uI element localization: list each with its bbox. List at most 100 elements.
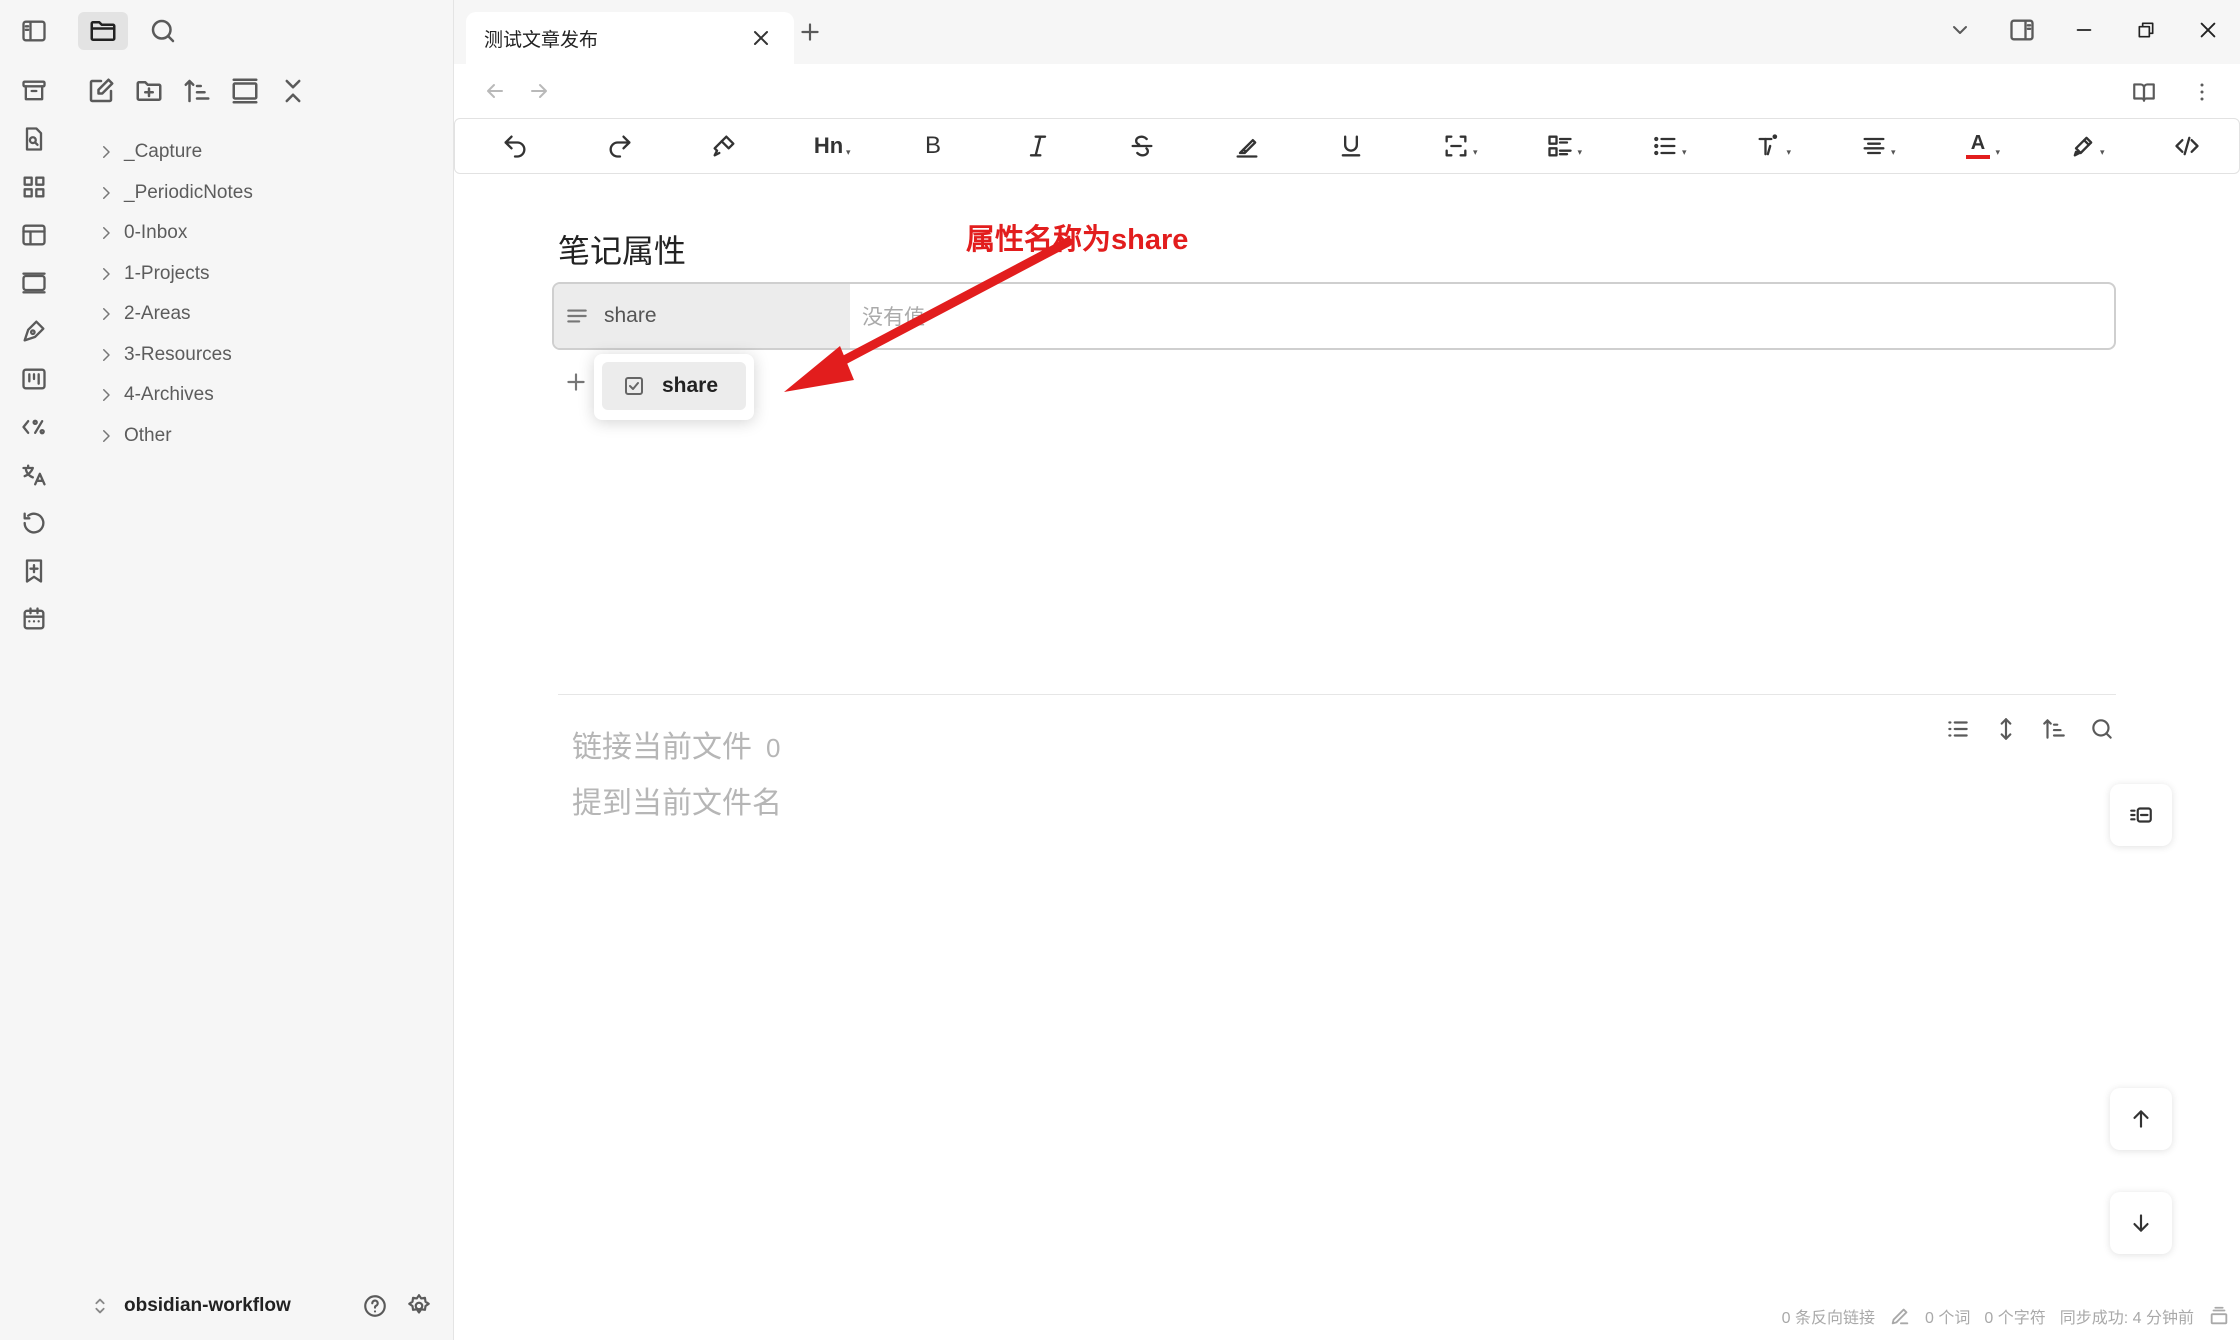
search-tab[interactable] — [138, 12, 188, 50]
property-suggestion-popup: share — [594, 354, 754, 420]
layout-icon[interactable] — [17, 218, 51, 252]
restore-icon[interactable] — [2124, 10, 2168, 50]
calendar-icon[interactable] — [17, 602, 51, 636]
translate-icon[interactable] — [17, 458, 51, 492]
strikethrough-icon[interactable] — [1122, 126, 1162, 166]
bold-button[interactable]: B — [913, 126, 953, 166]
new-folder-button[interactable] — [134, 74, 164, 108]
folder-item[interactable]: _PeriodicNotes — [92, 173, 443, 214]
list-view-icon[interactable] — [1944, 712, 1972, 746]
status-chars: 0 个字符 — [1984, 1310, 2046, 1327]
linked-mentions-header[interactable]: 链接当前文件 0 — [572, 722, 780, 766]
suggestion-item[interactable]: share — [602, 362, 746, 410]
format-painter-icon[interactable] — [704, 126, 744, 166]
highlight-icon[interactable] — [1227, 126, 1267, 166]
more-options-icon[interactable] — [2184, 74, 2220, 110]
vault-switcher[interactable]: obsidian-workflow — [88, 1286, 439, 1326]
chevron-right-icon — [92, 138, 120, 166]
background-color-icon[interactable]: ▾ — [2063, 126, 2105, 166]
settings-gear-icon[interactable] — [399, 1286, 439, 1326]
checkbox-icon — [625, 377, 643, 395]
folder-item[interactable]: 4-Archives — [92, 375, 443, 416]
bold-label: B — [924, 132, 941, 159]
chevron-right-icon — [92, 381, 120, 409]
heading-button[interactable]: Hn ▾ — [809, 126, 851, 166]
edit-mode-pencil-icon[interactable] — [1889, 1305, 1911, 1327]
vault-name: obsidian-workflow — [124, 1295, 291, 1316]
help-icon[interactable] — [355, 1286, 395, 1326]
scroll-to-top-button[interactable] — [2110, 1088, 2172, 1150]
redo-icon[interactable] — [600, 126, 640, 166]
toggle-sidebar-icon[interactable] — [17, 14, 51, 48]
folder-item[interactable]: 2-Areas — [92, 294, 443, 335]
status-backlinks[interactable]: 0 条反向链接 — [1782, 1304, 1875, 1328]
folder-item[interactable]: _Capture — [92, 132, 443, 173]
search-icon[interactable] — [2088, 712, 2116, 746]
sort-button[interactable] — [182, 74, 212, 108]
chevron-right-icon — [92, 219, 120, 247]
folder-item[interactable]: 3-Resources — [92, 335, 443, 376]
text-format-icon[interactable]: ▾ — [1749, 126, 1791, 166]
heading-label: Hn — [813, 133, 844, 158]
files-tab[interactable] — [78, 12, 128, 50]
view-header — [454, 64, 2240, 118]
italic-icon[interactable] — [1018, 126, 1058, 166]
folder-item[interactable]: 0-Inbox — [92, 213, 443, 254]
status-bar: 0 条反向链接 0 个词 0 个字符 同步成功: 4 分钟前 — [1782, 1302, 2230, 1330]
align-center-icon[interactable]: ▾ — [1854, 126, 1896, 166]
code-icon[interactable] — [2167, 126, 2207, 166]
underline-icon[interactable] — [1331, 126, 1371, 166]
archive-icon[interactable] — [17, 74, 51, 108]
forward-arrow-icon[interactable] — [522, 74, 556, 108]
status-sync[interactable]: 同步成功: 4 分钟前 — [2060, 1304, 2194, 1328]
folder-item[interactable]: Other — [92, 416, 443, 457]
suggestion-label: share — [662, 374, 719, 397]
pen-icon[interactable] — [17, 314, 51, 348]
chevron-up-down-icon — [88, 1295, 112, 1317]
folder-label: 1-Projects — [124, 262, 210, 284]
tab-current-note[interactable]: 测试文章发布 — [466, 12, 794, 64]
templater-icon[interactable] — [17, 410, 51, 444]
sync-stack-icon[interactable] — [2208, 1305, 2230, 1327]
folder-label: 4-Archives — [124, 384, 214, 406]
bookmark-add-icon[interactable] — [17, 554, 51, 588]
ribbon — [0, 0, 68, 1340]
bullet-list-icon[interactable]: ▾ — [1645, 126, 1687, 166]
back-arrow-icon[interactable] — [478, 74, 512, 108]
toggle-right-sidebar-icon[interactable] — [2000, 10, 2044, 50]
file-search-icon[interactable] — [17, 122, 51, 156]
fullscreen-focus-icon[interactable]: ▾ — [1436, 126, 1478, 166]
property-key-input[interactable]: share — [604, 304, 657, 328]
grid-icon[interactable] — [17, 170, 51, 204]
backlinks-tools — [1944, 712, 2116, 746]
folder-label: 3-Resources — [124, 343, 232, 365]
main-workspace: 测试文章发布 Hn ▾ B ▾ ▾ ▾ ▾ ▾ A ▾ ▾ 笔记属性 share… — [454, 0, 2240, 1340]
collapse-all-button[interactable] — [278, 74, 308, 108]
new-note-button[interactable] — [86, 74, 116, 108]
auto-reveal-button[interactable] — [230, 74, 260, 108]
outline-toggle-button[interactable] — [2110, 784, 2172, 846]
history-icon[interactable] — [17, 506, 51, 540]
file-tree: _Capture _PeriodicNotes 0-Inbox 1-Projec… — [92, 132, 443, 456]
slides-icon[interactable] — [17, 266, 51, 300]
reading-view-book-icon[interactable] — [2126, 74, 2162, 110]
folder-item[interactable]: 1-Projects — [92, 254, 443, 295]
add-property-plus-icon[interactable] — [560, 366, 592, 398]
close-window-icon[interactable] — [2186, 10, 2230, 50]
scroll-to-bottom-button[interactable] — [2110, 1192, 2172, 1254]
backlinks-divider — [558, 694, 2116, 695]
expand-icon[interactable] — [1992, 712, 2020, 746]
new-tab-icon[interactable] — [792, 14, 828, 50]
checklist-icon[interactable]: ▾ — [1540, 126, 1582, 166]
file-nav-actions — [86, 74, 308, 108]
editor-content: 笔记属性 share 没有值 share 属性名称为share 链接当前文件 0 … — [454, 174, 2240, 1340]
close-tab-icon[interactable] — [746, 23, 776, 53]
sort-icon[interactable] — [2040, 712, 2068, 746]
tab-list-chevron-down-icon[interactable] — [1938, 10, 1982, 50]
kanban-icon[interactable] — [17, 362, 51, 396]
undo-icon[interactable] — [495, 126, 535, 166]
text-lines-icon[interactable] — [564, 303, 590, 329]
minimize-icon[interactable] — [2062, 10, 2106, 50]
text-color-button[interactable]: A ▾ — [1958, 126, 2000, 166]
unlinked-mentions-header[interactable]: 提到当前文件名 — [572, 778, 782, 822]
